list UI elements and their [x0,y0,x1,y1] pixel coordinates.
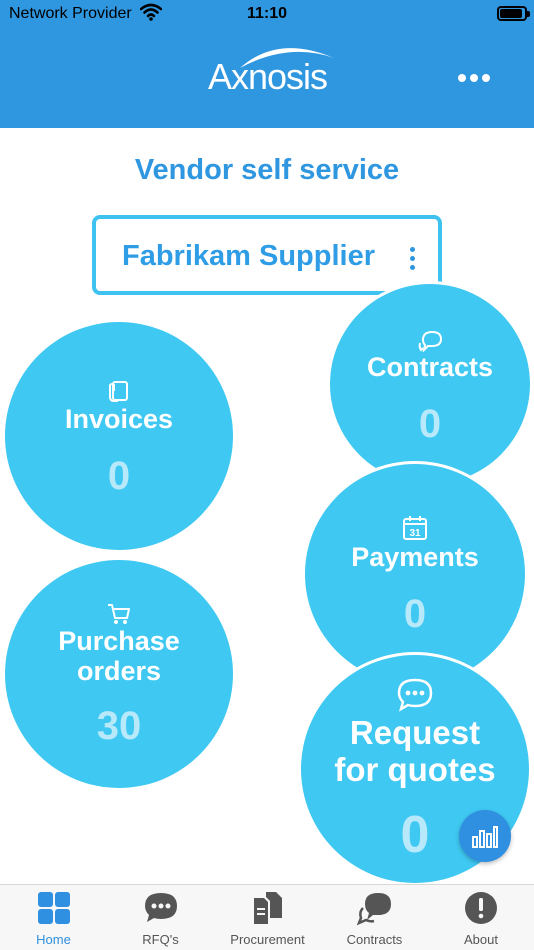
purchase-orders-label: Purchase orders [5,626,233,686]
more-horizontal-icon [458,74,466,82]
analytics-button[interactable] [459,810,511,862]
tab-procurement-label: Procurement [230,932,305,947]
grid-icon [37,892,70,924]
tab-procurement[interactable]: Procurement [214,885,321,950]
more-vertical-icon[interactable] [407,247,419,271]
contracts-count: 0 [418,402,442,446]
logo-text: Axnosis [208,56,328,97]
chat-dots-icon [397,678,433,712]
tab-home-label: Home [36,932,71,947]
payments-count: 0 [403,592,427,636]
chat-bubbles-icon [418,330,443,352]
tab-contracts-label: Contracts [346,932,403,947]
purchase-orders-label-line2: orders [76,656,162,687]
rfq-label-line1: Request [349,714,481,751]
chat-dots-icon [144,893,177,922]
tab-rfqs[interactable]: RFQ's [107,885,214,950]
bar-chart-icon [472,826,498,848]
clock-time: 11:10 [246,5,288,22]
payments-label: Payments [351,542,479,572]
purchase-orders-tile[interactable]: Purchase orders 30 [5,560,233,788]
payments-tile[interactable]: 31 Payments 0 [305,464,525,684]
tab-about[interactable]: About [428,885,534,950]
document-hand-icon [109,381,128,402]
tab-about-label: About [464,932,498,947]
status-bar: Network Provider 11:10 [0,0,534,30]
calendar-icon: 31 [403,516,427,540]
battery-icon [497,6,530,21]
page-title: Vendor self service [134,154,400,186]
axnosis-logo: Axnosis [200,40,340,97]
cart-icon [108,604,130,624]
invoices-count: 0 [107,454,131,498]
vendor-name: Fabrikam Supplier [122,240,376,272]
documents-icon [253,892,282,924]
bottom-tab-bar: Home RFQ's Procurement Contracts About [0,884,534,950]
purchase-orders-count: 30 [96,704,142,748]
vendor-selector[interactable]: Fabrikam Supplier [92,215,442,295]
app-header: Network Provider 11:10 Axnosis [0,0,534,128]
chat-bubbles-icon [356,893,391,926]
tab-rfqs-label: RFQ's [142,932,179,947]
contracts-label: Contracts [366,352,494,382]
contracts-tile[interactable]: Contracts 0 [330,284,530,484]
rfq-label-line2: for quotes [334,750,496,788]
request-for-quotes-label: Request for quotes [301,714,529,789]
invoices-label: Invoices [64,404,174,434]
svg-text:31: 31 [409,528,421,539]
tab-home[interactable]: Home [0,885,107,950]
tab-contracts[interactable]: Contracts [321,885,428,950]
invoices-tile[interactable]: Invoices 0 [5,322,233,550]
purchase-orders-label-line1: Purchase [58,626,180,656]
vendor-home-screen: Network Provider 11:10 Axnosis Vendor se… [0,0,534,950]
more-options-button[interactable] [450,63,496,93]
info-icon [465,892,497,924]
